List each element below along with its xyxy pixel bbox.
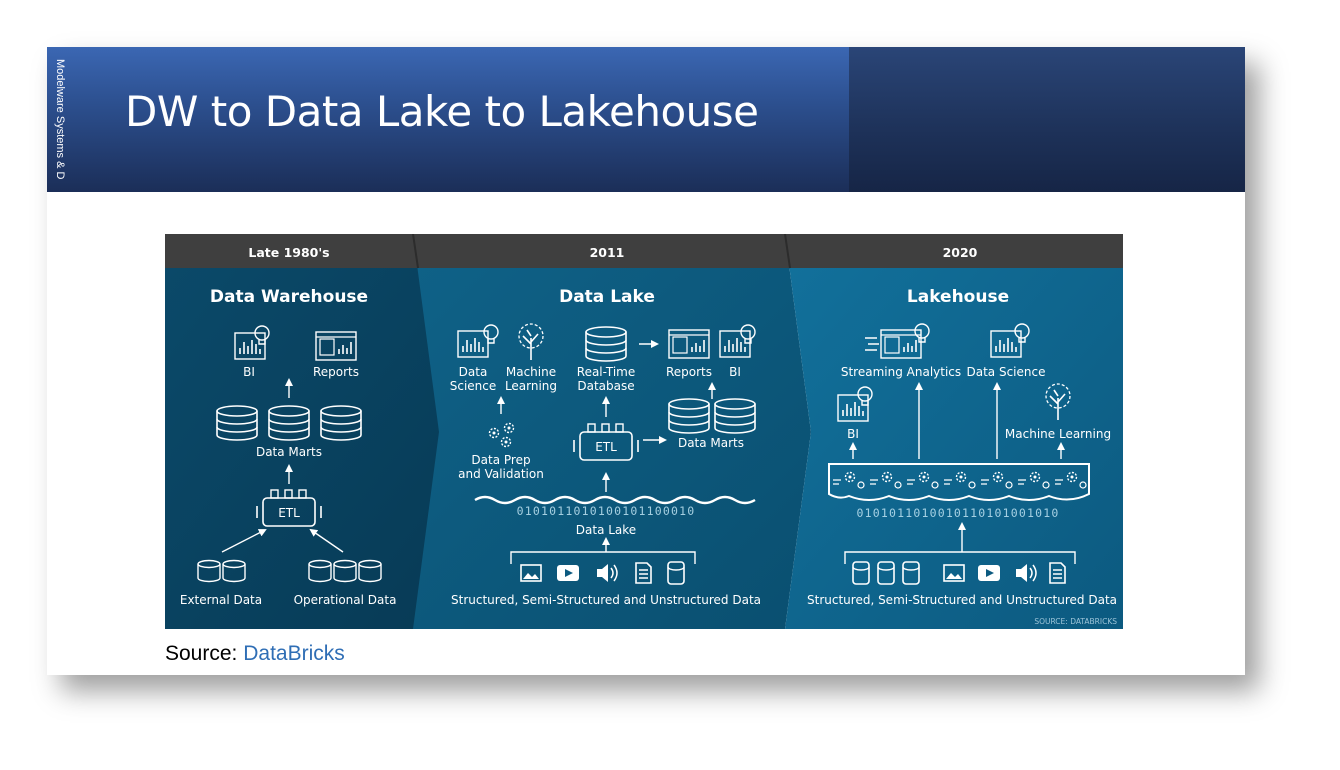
data-lake-title: Data Lake [559,287,655,307]
video-icon [557,565,579,581]
dw-external-data-label: External Data [180,593,262,607]
dl-ml-label-1: Machine [506,365,556,379]
dl-rtdb-label-1: Real-Time [577,365,635,379]
slide-title: DW to Data Lake to Lakehouse [125,87,759,136]
dl-ml-label-2: Learning [505,379,557,393]
header-accent [849,47,1245,192]
lh-binary: 0101011010010110101001010 [856,506,1059,520]
dl-data-science-label-1: Data [459,365,488,379]
source-label: Source: [165,642,244,665]
dw-reports-label: Reports [313,365,359,379]
dw-data-marts-label: Data Marts [256,445,322,459]
video-icon [978,565,1000,581]
dl-reports-label: Reports [666,365,712,379]
lakehouse-title: Lakehouse [907,287,1009,307]
lh-bi-label: BI [847,427,859,441]
era-year-1980s: Late 1980's [248,245,329,260]
lh-sources-label: Structured, Semi-Structured and Unstruct… [807,593,1117,607]
lh-streaming-label: Streaming Analytics [841,365,961,379]
era-year-2020: 2020 [943,245,978,260]
source-line: Source: DataBricks [165,642,345,666]
dl-rtdb-label-2: Database [577,379,634,393]
data-warehouse-title: Data Warehouse [210,287,368,307]
dl-data-marts-label: Data Marts [678,436,744,450]
slide-header: Modelware Systems & D DW to Data Lake to… [47,47,1245,192]
dl-binary: 0101011010100101100010 [517,504,696,518]
dw-etl-label: ETL [278,506,300,520]
era-year-2011: 2011 [590,245,625,260]
dw-bi-label: BI [243,365,255,379]
dl-data-science-label-2: Science [450,379,497,393]
dl-data-prep-label-2: and Validation [458,467,544,481]
lh-data-science-label: Data Science [967,365,1046,379]
architecture-diagram: Late 1980's 2011 2020 Data Warehouse BI … [165,234,1123,629]
dl-data-lake-label: Data Lake [576,523,636,537]
databricks-link[interactable]: DataBricks [243,642,345,665]
dl-bi-label: BI [729,365,741,379]
slide: Modelware Systems & D DW to Data Lake to… [47,47,1245,675]
dl-sources-label: Structured, Semi-Structured and Unstruct… [451,593,761,607]
side-vertical-text: Modelware Systems & D [54,59,66,180]
lh-ml-label: Machine Learning [1005,427,1111,441]
source-credit: SOURCE: DATABRICKS [1034,617,1117,626]
dw-operational-data-label: Operational Data [294,593,397,607]
dl-data-prep-label-1: Data Prep [471,453,530,467]
dl-etl-label: ETL [595,440,617,454]
